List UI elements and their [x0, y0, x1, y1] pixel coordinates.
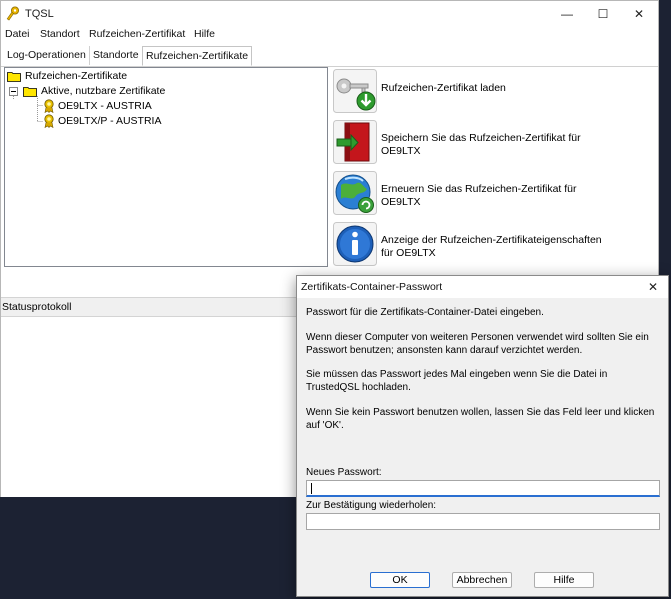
certificate-download-icon[interactable]: [333, 69, 377, 113]
close-icon: ✕: [647, 280, 659, 294]
minimize-icon: —: [561, 7, 573, 21]
close-icon: ✕: [633, 7, 645, 21]
password-dialog: Zertifikats-Container-Passwort ✕ Passwor…: [296, 275, 669, 597]
save-certificate-icon[interactable]: [333, 120, 377, 164]
certificate-tree[interactable]: Rufzeichen-Zertifikate Aktive, nutzbare …: [4, 67, 328, 267]
info-icon[interactable]: [333, 222, 377, 266]
menu-hilfe[interactable]: Hilfe: [194, 28, 215, 40]
action-renew-certificate[interactable]: Erneuern Sie das Rufzeichen-Zertifikat f…: [381, 183, 611, 209]
text-caret: [311, 483, 312, 494]
folder-icon: [23, 87, 37, 97]
tab-bar: Log-Operationen Standorte Rufzeichen-Zer…: [1, 46, 658, 67]
certificate-actions: Rufzeichen-Zertifikat laden Speichern Si…: [330, 67, 658, 297]
tree-item-oe9ltx[interactable]: OE9LTX - AUSTRIA: [58, 100, 152, 112]
tab-standorte[interactable]: Standorte: [90, 46, 143, 65]
certificate-medal-icon: [44, 114, 54, 128]
certificate-medal-icon: [44, 99, 54, 113]
tree-root[interactable]: Rufzeichen-Zertifikate: [25, 70, 127, 82]
confirm-password-field[interactable]: [306, 513, 660, 530]
menu-datei[interactable]: Datei: [5, 28, 30, 40]
menu-standort[interactable]: Standort: [40, 28, 80, 40]
action-save-certificate[interactable]: Speichern Sie das Rufzeichen-Zertifikat …: [381, 132, 611, 158]
close-button[interactable]: ✕: [621, 1, 657, 27]
dialog-text-no-password: Wenn Sie kein Passwort benutzen wollen, …: [306, 407, 655, 431]
tab-log-operationen[interactable]: Log-Operationen: [4, 46, 90, 65]
help-button[interactable]: Hilfe: [534, 572, 594, 588]
ok-button[interactable]: OK: [370, 572, 430, 588]
title-bar[interactable]: TQSL — ☐ ✕: [1, 1, 658, 27]
dialog-text-shared-computer: Wenn dieser Computer von weiteren Person…: [306, 332, 649, 356]
window-title: TQSL: [25, 8, 54, 20]
folder-icon: [7, 72, 21, 82]
new-password-label: Neues Passwort:: [306, 467, 382, 478]
dialog-text-upload: Sie müssen das Passwort jedes Mal eingeb…: [306, 369, 608, 393]
dialog-title: Zertifikats-Container-Passwort: [301, 281, 443, 293]
tree-item-oe9ltx-p[interactable]: OE9LTX/P - AUSTRIA: [58, 115, 161, 127]
action-load-certificate[interactable]: Rufzeichen-Zertifikat laden: [381, 82, 611, 95]
dialog-text-intro: Passwort für die Zertifikats-Container-D…: [306, 307, 544, 318]
new-password-field[interactable]: [306, 480, 660, 497]
minimize-button[interactable]: —: [549, 1, 585, 27]
renew-globe-icon[interactable]: [333, 171, 377, 215]
menu-bar: Datei Standort Rufzeichen-Zertifikat Hil…: [1, 27, 658, 45]
cancel-button[interactable]: Abbrechen: [452, 572, 512, 588]
tree-lines: [13, 96, 43, 122]
status-title: Statusprotokoll: [2, 301, 72, 313]
confirm-password-label: Zur Bestätigung wiederholen:: [306, 500, 437, 511]
collapse-icon[interactable]: [9, 87, 18, 96]
tree-group[interactable]: Aktive, nutzbare Zertifikate: [41, 85, 165, 97]
key-icon: [6, 6, 19, 21]
dialog-close-button[interactable]: ✕: [638, 276, 668, 298]
maximize-button[interactable]: ☐: [585, 1, 621, 27]
menu-rufzeichen-zertifikat[interactable]: Rufzeichen-Zertifikat: [89, 28, 185, 40]
maximize-icon: ☐: [597, 7, 609, 21]
tab-rufzeichen-zertifikate[interactable]: Rufzeichen-Zertifikate: [142, 46, 253, 66]
action-show-properties[interactable]: Anzeige der Rufzeichen-Zertifikateigensc…: [381, 234, 611, 260]
dialog-title-bar[interactable]: Zertifikats-Container-Passwort ✕: [297, 276, 668, 298]
